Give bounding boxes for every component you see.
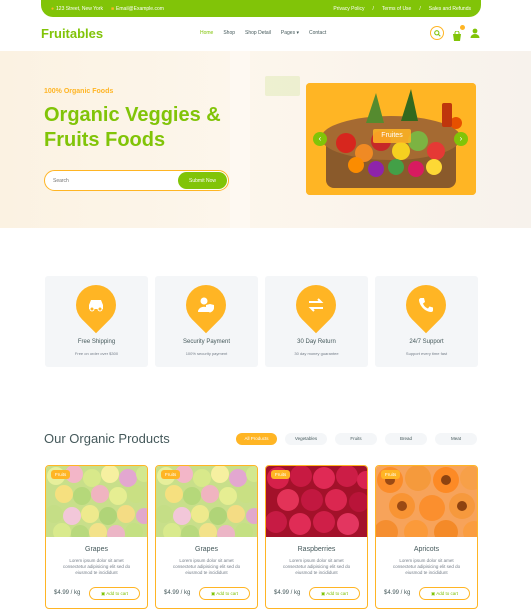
map-marker-icon: ● (51, 5, 55, 12)
topbar: ● 123 Street, New York ■ Email@Example.com… (41, 0, 481, 17)
feature-card: Security Payment 100% security payment (155, 276, 258, 367)
shopping-bag-icon (453, 30, 461, 41)
user-icon[interactable] (470, 28, 480, 38)
product-card[interactable]: Fruits Raspberries Lorem ipsum dolor sit… (265, 465, 368, 609)
carousel-next-button[interactable]: › (454, 132, 468, 146)
product-category-tag: Fruits (161, 470, 181, 479)
topbar-links: Privacy Policy / Terms of Use / Sales an… (333, 6, 471, 12)
exchange-icon (308, 298, 324, 312)
product-price: $4.99 / kg (384, 590, 411, 596)
tab-fruits[interactable]: Fruits (335, 433, 377, 445)
product-card[interactable]: Fruits Grapes Lorem ipsum dolor sit amet… (155, 465, 258, 609)
shopping-bag-icon: ▣ (320, 591, 326, 596)
product-name: Apricots (413, 546, 440, 553)
feature-card: 30 Day Return 30 day money guarantee (265, 276, 368, 367)
feature-subtitle: 100% security payment (185, 351, 228, 356)
page: ● 123 Street, New York ■ Email@Example.com… (0, 0, 531, 612)
sales-refunds-link[interactable]: Sales and Refunds (429, 6, 471, 12)
nav-pages[interactable]: Pages ▾ (281, 30, 299, 36)
carousel-prev-button[interactable]: ‹ (313, 132, 327, 146)
feature-card: Free Shipping Free on order over $300 (45, 276, 148, 367)
product-price: $4.99 / kg (164, 590, 191, 596)
hero-carousel: Fruites ‹ › (306, 83, 476, 195)
envelope-icon: ■ (111, 5, 115, 12)
cart-button[interactable] (452, 25, 465, 41)
main-nav: Home Shop Shop Detail Pages ▾ Contact (200, 30, 326, 36)
nav-home[interactable]: Home (200, 30, 213, 36)
product-tabs: All Products Vegetables Fruits Bread Mea… (236, 433, 477, 445)
feature-subtitle: Free on order over $300 (74, 351, 119, 356)
feature-title: 24/7 Support (409, 339, 444, 345)
add-to-cart-button[interactable]: ▣ Add to cart (309, 587, 360, 600)
car-icon (89, 300, 103, 312)
brand-logo[interactable]: Fruitables (41, 26, 103, 41)
product-description: Lorem ipsum dolor sit amet consectetur a… (392, 558, 461, 575)
carousel-caption: Fruites (373, 129, 411, 143)
product-card[interactable]: Fruits Grapes Lorem ipsum dolor sit amet… (45, 465, 148, 609)
topbar-address: ● 123 Street, New York (51, 5, 104, 12)
shopping-bag-icon: ▣ (210, 591, 216, 596)
nav-shop-detail[interactable]: Shop Detail (245, 30, 271, 36)
phone-icon (419, 298, 433, 312)
product-description: Lorem ipsum dolor sit amet consectetur a… (282, 558, 351, 575)
tab-all-products[interactable]: All Products (236, 433, 277, 445)
add-to-cart-button[interactable]: ▣ Add to cart (199, 587, 250, 600)
hero-background-shape (265, 76, 300, 96)
feature-subtitle: Support every time fast (405, 351, 448, 356)
add-to-cart-button[interactable]: ▣ Add to cart (419, 587, 470, 600)
product-name: Grapes (85, 546, 108, 553)
hero-title: Organic Veggies & Fruits Foods (44, 104, 221, 151)
topbar-email[interactable]: ■ Email@Example.com (111, 6, 164, 12)
product-card[interactable]: Fruits Apricots Lorem ipsum dolor sit am… (375, 465, 478, 609)
shopping-bag-icon: ▣ (100, 591, 106, 596)
tab-bread[interactable]: Bread (385, 433, 427, 445)
submit-now-button[interactable]: Submit Now (178, 172, 227, 189)
feature-title: 30 Day Return (297, 339, 336, 345)
separator: / (419, 5, 421, 12)
tab-meat[interactable]: Meat (435, 433, 477, 445)
terms-link[interactable]: Terms of Use (382, 6, 411, 12)
topbar-contact: ● 123 Street, New York ■ Email@Example.com (51, 6, 164, 12)
product-name: Raspberries (297, 546, 336, 553)
product-price: $4.99 / kg (274, 590, 301, 596)
nav-icons (430, 25, 480, 41)
product-description: Lorem ipsum dolor sit amet consectetur a… (62, 558, 131, 575)
products-section-title: Our Organic Products (44, 431, 170, 446)
nav-contact[interactable]: Contact (309, 30, 326, 36)
chevron-down-icon: ▾ (296, 30, 299, 36)
hero-search-form: Submit Now (44, 170, 229, 191)
search-icon (433, 29, 441, 37)
search-button[interactable] (430, 26, 444, 40)
product-description: Lorem ipsum dolor sit amet consectetur a… (172, 558, 241, 575)
product-category-tag: Fruits (271, 470, 291, 479)
feature-title: Security Payment (182, 339, 231, 345)
separator: / (372, 5, 374, 12)
tab-vegetables[interactable]: Vegetables (285, 433, 327, 445)
shopping-bag-icon: ▣ (430, 591, 436, 596)
hero-kicker: 100% Organic Foods (44, 88, 114, 95)
privacy-policy-link[interactable]: Privacy Policy (333, 6, 364, 12)
feature-subtitle: 30 day money guarantee (294, 351, 339, 356)
user-shield-icon (197, 297, 214, 313)
product-name: Grapes (195, 546, 218, 553)
product-price: $4.99 / kg (54, 590, 81, 596)
product-category-tag: Fruits (381, 470, 401, 479)
feature-card: 24/7 Support Support every time fast (375, 276, 478, 367)
hero: 100% Organic Foods Organic Veggies & Fru… (0, 51, 531, 228)
product-category-tag: Fruits (51, 470, 71, 479)
add-to-cart-button[interactable]: ▣ Add to cart (89, 587, 140, 600)
feature-title: Free Shipping (77, 339, 116, 345)
hero-search-input[interactable] (53, 175, 173, 187)
cart-badge (460, 25, 465, 30)
nav-shop[interactable]: Shop (223, 30, 235, 36)
navbar: Fruitables Home Shop Shop Detail Pages ▾… (0, 17, 531, 51)
